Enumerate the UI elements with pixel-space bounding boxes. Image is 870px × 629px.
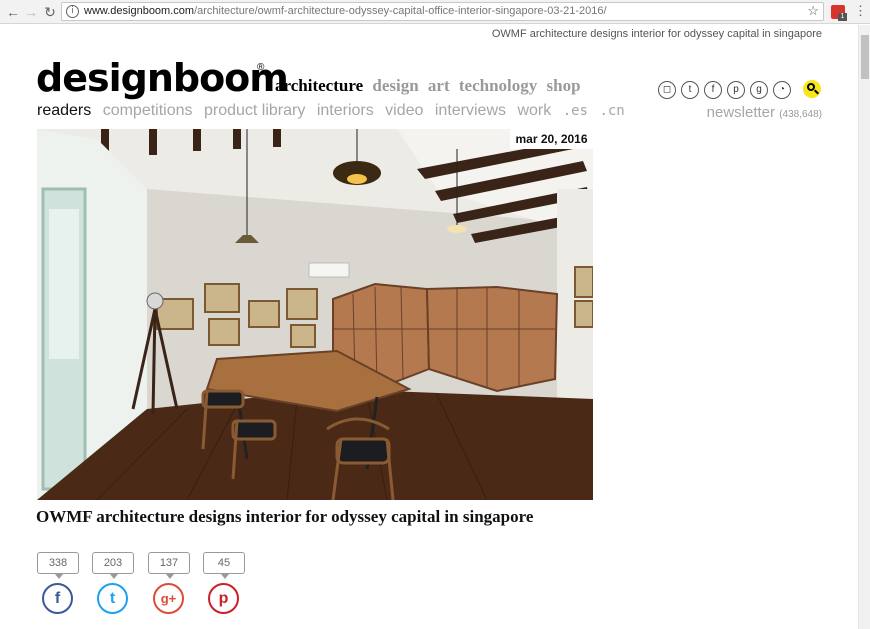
nav-design[interactable]: design — [372, 76, 418, 95]
back-icon[interactable]: ← — [4, 3, 22, 21]
googleplus-share-icon[interactable]: g+ — [153, 583, 184, 614]
share-pinterest: 45 p — [203, 552, 245, 614]
subnav-cn[interactable]: .cn — [599, 103, 624, 119]
newsletter-count: (438,648) — [779, 109, 822, 120]
office-interior-illustration — [37, 129, 593, 500]
share-count: 203 — [92, 552, 134, 579]
newsletter-label: newsletter — [706, 104, 776, 121]
share-count: 137 — [148, 552, 190, 579]
address-bar[interactable]: i www.designboom.com/architecture/owmf-a… — [61, 2, 824, 21]
pinterest-share-icon[interactable]: p — [208, 583, 239, 614]
info-icon[interactable]: i — [66, 5, 79, 18]
bookmark-star-icon[interactable]: ☆ — [807, 3, 819, 19]
subnav-readers[interactable]: readers — [37, 102, 91, 119]
nav-art[interactable]: art — [428, 76, 450, 95]
rss-icon[interactable]: ◔ — [773, 81, 791, 99]
search-icon[interactable] — [803, 80, 821, 98]
googleplus-icon[interactable]: g — [750, 81, 768, 99]
share-googleplus: 137 g+ — [148, 552, 190, 614]
share-facebook: 338 f — [37, 552, 79, 614]
twitter-icon[interactable]: t — [681, 81, 699, 99]
subnav-work[interactable]: work — [517, 102, 551, 119]
share-count: 45 — [203, 552, 245, 579]
url-text[interactable]: www.designboom.com/architecture/owmf-arc… — [84, 5, 607, 17]
page-scrollbar[interactable] — [858, 25, 870, 629]
nav-shop[interactable]: shop — [547, 76, 581, 95]
subnav-competitions[interactable]: competitions — [103, 102, 193, 119]
sub-nav: readers competitions product library int… — [37, 102, 632, 120]
extension-badge: 1 — [838, 13, 847, 21]
pinterest-icon[interactable]: p — [727, 81, 745, 99]
main-nav: architecture design art technology shop — [275, 76, 586, 96]
page-subtitle: OWMF architecture designs interior for o… — [491, 28, 822, 40]
url-path: /architecture/owmf-architecture-odyssey-… — [194, 5, 607, 17]
twitter-share-icon[interactable]: t — [97, 583, 128, 614]
subnav-video[interactable]: video — [385, 102, 423, 119]
article-date: mar 20, 2016 — [510, 129, 593, 149]
instagram-icon[interactable]: ◻ — [658, 81, 676, 99]
browser-toolbar: ← → ↻ i www.designboom.com/architecture/… — [0, 0, 870, 24]
facebook-share-icon[interactable]: f — [42, 583, 73, 614]
logo-registered-mark: ® — [257, 62, 265, 73]
nav-architecture[interactable]: architecture — [275, 76, 363, 95]
nav-technology[interactable]: technology — [459, 76, 537, 95]
social-links: ◻ t f p g ◔ — [658, 81, 796, 99]
share-count: 338 — [37, 552, 79, 579]
forward-icon[interactable]: → — [22, 3, 40, 21]
site-logo[interactable]: designboom — [36, 58, 289, 98]
subnav-interviews[interactable]: interviews — [435, 102, 506, 119]
browser-menu-icon[interactable]: ⋮ — [854, 3, 867, 19]
share-twitter: 203 t — [92, 552, 134, 614]
hero-image[interactable] — [37, 129, 593, 500]
article-title: OWMF architecture designs interior for o… — [36, 507, 534, 526]
subnav-product-library[interactable]: product library — [204, 102, 305, 119]
url-host: www.designboom.com — [84, 5, 195, 17]
newsletter-link[interactable]: newsletter (438,648) — [707, 104, 822, 121]
scrollbar-thumb[interactable] — [861, 35, 869, 79]
facebook-icon[interactable]: f — [704, 81, 722, 99]
reload-icon[interactable]: ↻ — [41, 3, 59, 21]
subnav-interiors[interactable]: interiors — [317, 102, 374, 119]
subnav-es[interactable]: .es — [563, 103, 588, 119]
